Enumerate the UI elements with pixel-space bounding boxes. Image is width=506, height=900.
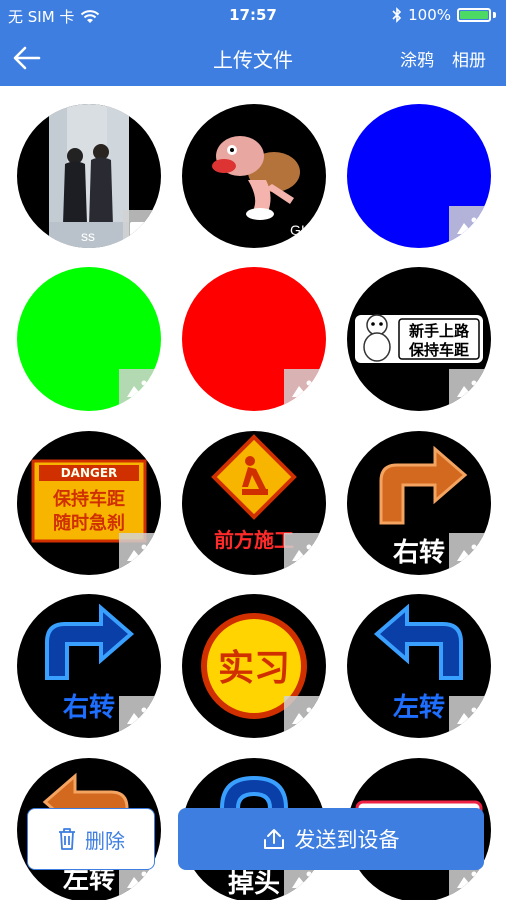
media-item-turn-right-orange[interactable]: 右转 xyxy=(347,431,491,575)
image-badge xyxy=(449,533,487,571)
media-item-newbie-sign[interactable]: 新手上路 保持车距 xyxy=(347,267,491,411)
send-to-device-button[interactable]: 发送到设备 xyxy=(178,808,484,870)
media-item-video[interactable]: ss xyxy=(17,104,161,248)
image-icon xyxy=(292,707,314,724)
turn-left-blue-caption: 左转 xyxy=(393,693,445,723)
media-item-danger-sign[interactable]: DANGER 保持车距 随时急刹 xyxy=(17,431,161,575)
battery-fill xyxy=(460,11,488,19)
media-item-red[interactable] xyxy=(182,267,326,411)
construction-caption: 前方施工 xyxy=(214,528,294,552)
image-icon xyxy=(127,707,149,724)
status-right: 100% xyxy=(392,6,496,24)
sign-line-1: 新手上路 xyxy=(409,322,470,340)
image-badge xyxy=(119,369,157,407)
media-item-gif[interactable]: GIF xyxy=(182,104,326,248)
intern-caption: 实习 xyxy=(218,648,290,689)
image-icon xyxy=(457,380,479,397)
danger-line-1: 保持车距 xyxy=(52,488,125,510)
image-icon xyxy=(457,217,479,234)
doodle-button[interactable]: 涂鸦 xyxy=(400,46,434,71)
image-badge xyxy=(284,369,322,407)
image-badge xyxy=(449,696,487,734)
image-badge xyxy=(284,696,322,734)
video-label: ss xyxy=(81,228,95,244)
image-badge xyxy=(119,533,157,571)
danger-line-2: 随时急刹 xyxy=(53,512,125,534)
delete-label: 删除 xyxy=(85,828,125,853)
nav-bar: 上传文件 涂鸦 相册 xyxy=(0,30,506,86)
trash-icon xyxy=(59,828,75,850)
status-bar: 无 SIM 卡 17:57 100% xyxy=(0,0,506,30)
battery-icon xyxy=(457,8,491,22)
image-icon xyxy=(127,380,149,397)
u-turn-caption: 掉头 xyxy=(228,869,280,899)
image-badge xyxy=(119,696,157,734)
turn-right-caption: 右转 xyxy=(393,538,445,568)
image-badge xyxy=(449,369,487,407)
gif-label: GIF xyxy=(290,222,314,238)
media-item-blue[interactable] xyxy=(347,104,491,248)
album-button[interactable]: 相册 xyxy=(452,46,486,71)
media-item-green[interactable] xyxy=(17,267,161,411)
image-badge xyxy=(284,533,322,571)
bluetooth-icon xyxy=(392,7,402,23)
image-icon xyxy=(457,544,479,561)
battery-tip xyxy=(493,12,496,18)
media-item-intern-sign[interactable]: 实习 xyxy=(182,594,326,738)
media-grid: ss GIF 新手上路 保持车距 DANGER 保持车距 随时急刹 前方施工 右… xyxy=(0,86,506,900)
media-item-turn-right-blue[interactable]: 右转 xyxy=(17,594,161,738)
image-icon xyxy=(457,871,479,888)
image-badge xyxy=(449,206,487,244)
media-item-construction[interactable]: 前方施工 xyxy=(182,431,326,575)
battery-percent: 100% xyxy=(408,6,451,24)
turn-right-blue-caption: 右转 xyxy=(63,693,115,723)
upload-icon xyxy=(263,829,284,849)
image-icon xyxy=(292,380,314,397)
video-icon xyxy=(130,222,154,236)
delete-button[interactable]: 删除 xyxy=(27,808,155,870)
sign-line-2: 保持车距 xyxy=(408,341,469,359)
nav-actions: 涂鸦 相册 xyxy=(400,46,486,71)
image-icon xyxy=(127,544,149,561)
image-icon xyxy=(127,871,149,888)
media-item-turn-left-blue[interactable]: 左转 xyxy=(347,594,491,738)
image-icon xyxy=(292,544,314,561)
image-icon xyxy=(292,871,314,888)
danger-header: DANGER xyxy=(61,466,118,480)
video-badge xyxy=(123,210,161,248)
send-label: 发送到设备 xyxy=(294,828,400,852)
image-icon xyxy=(457,707,479,724)
